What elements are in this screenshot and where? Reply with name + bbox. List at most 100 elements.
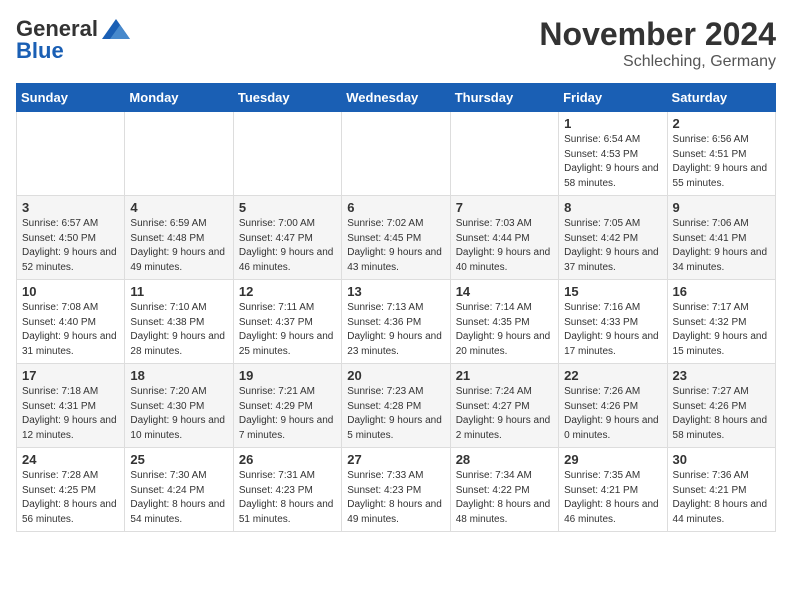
- day-number: 7: [456, 200, 553, 215]
- calendar-cell: [233, 112, 341, 196]
- calendar-cell: 13 Sunrise: 7:13 AM Sunset: 4:36 PM Dayli…: [342, 280, 450, 364]
- calendar-week-row: 24 Sunrise: 7:28 AM Sunset: 4:25 PM Dayli…: [17, 448, 776, 532]
- calendar-cell: 28 Sunrise: 7:34 AM Sunset: 4:22 PM Dayli…: [450, 448, 558, 532]
- calendar-cell: 30 Sunrise: 7:36 AM Sunset: 4:21 PM Dayli…: [667, 448, 775, 532]
- day-info: Sunrise: 7:21 AM Sunset: 4:29 PM Dayligh…: [239, 385, 336, 443]
- day-number: 5: [239, 200, 336, 215]
- day-info: Sunrise: 7:35 AM Sunset: 4:21 PM Dayligh…: [564, 469, 661, 527]
- weekday-header: Wednesday: [342, 84, 450, 112]
- day-info: Sunrise: 7:11 AM Sunset: 4:37 PM Dayligh…: [239, 301, 336, 359]
- calendar-cell: [342, 112, 450, 196]
- calendar-cell: 16Sunrise: 7:17 AM Sunset: 4:32 PM Dayli…: [667, 280, 775, 364]
- day-info: Sunrise: 6:54 AM Sunset: 4:53 PM Dayligh…: [564, 133, 661, 191]
- calendar-week-row: 10 Sunrise: 7:08 AM Sunset: 4:40 PM Dayli…: [17, 280, 776, 364]
- day-info: Sunrise: 7:05 AM Sunset: 4:42 PM Dayligh…: [564, 217, 661, 275]
- calendar-cell: 6 Sunrise: 7:02 AM Sunset: 4:45 PM Daylig…: [342, 196, 450, 280]
- day-info: Sunrise: 7:31 AM Sunset: 4:23 PM Dayligh…: [239, 469, 336, 527]
- day-number: 19: [239, 368, 336, 383]
- calendar-cell: 25Sunrise: 7:30 AM Sunset: 4:24 PM Dayli…: [125, 448, 233, 532]
- calendar-cell: 21 Sunrise: 7:24 AM Sunset: 4:27 PM Dayli…: [450, 364, 558, 448]
- day-info: Sunrise: 7:06 AM Sunset: 4:41 PM Dayligh…: [673, 217, 770, 275]
- day-info: Sunrise: 7:16 AM Sunset: 4:33 PM Dayligh…: [564, 301, 661, 359]
- calendar-cell: 22 Sunrise: 7:26 AM Sunset: 4:26 PM Dayli…: [559, 364, 667, 448]
- calendar-cell: 4 Sunrise: 6:59 AM Sunset: 4:48 PM Daylig…: [125, 196, 233, 280]
- calendar-cell: 7 Sunrise: 7:03 AM Sunset: 4:44 PM Daylig…: [450, 196, 558, 280]
- day-number: 27: [347, 452, 444, 467]
- day-info: Sunrise: 7:36 AM Sunset: 4:21 PM Dayligh…: [673, 469, 770, 527]
- calendar-table: SundayMondayTuesdayWednesdayThursdayFrid…: [16, 83, 776, 532]
- day-info: Sunrise: 6:57 AM Sunset: 4:50 PM Dayligh…: [22, 217, 119, 275]
- calendar-cell: [17, 112, 125, 196]
- calendar-cell: 11 Sunrise: 7:10 AM Sunset: 4:38 PM Dayli…: [125, 280, 233, 364]
- weekday-header: Monday: [125, 84, 233, 112]
- calendar-cell: 12Sunrise: 7:11 AM Sunset: 4:37 PM Dayli…: [233, 280, 341, 364]
- weekday-header: Sunday: [17, 84, 125, 112]
- logo: General Blue: [16, 16, 130, 64]
- day-number: 18: [130, 368, 227, 383]
- day-number: 4: [130, 200, 227, 215]
- calendar-cell: 26Sunrise: 7:31 AM Sunset: 4:23 PM Dayli…: [233, 448, 341, 532]
- day-number: 25: [130, 452, 227, 467]
- calendar-cell: 2 Sunrise: 6:56 AM Sunset: 4:51 PM Daylig…: [667, 112, 775, 196]
- title-section: November 2024 Schleching, Germany: [539, 16, 776, 71]
- calendar-cell: 27Sunrise: 7:33 AM Sunset: 4:23 PM Dayli…: [342, 448, 450, 532]
- day-number: 16: [673, 284, 770, 299]
- day-info: Sunrise: 7:02 AM Sunset: 4:45 PM Dayligh…: [347, 217, 444, 275]
- calendar-cell: 1 Sunrise: 6:54 AM Sunset: 4:53 PM Daylig…: [559, 112, 667, 196]
- day-number: 1: [564, 116, 661, 131]
- day-number: 22: [564, 368, 661, 383]
- day-number: 28: [456, 452, 553, 467]
- day-number: 3: [22, 200, 119, 215]
- calendar-cell: [450, 112, 558, 196]
- day-number: 14: [456, 284, 553, 299]
- day-number: 30: [673, 452, 770, 467]
- day-number: 24: [22, 452, 119, 467]
- day-number: 17: [22, 368, 119, 383]
- day-info: Sunrise: 7:08 AM Sunset: 4:40 PM Dayligh…: [22, 301, 119, 359]
- logo-blue: Blue: [16, 38, 64, 64]
- day-info: Sunrise: 7:28 AM Sunset: 4:25 PM Dayligh…: [22, 469, 119, 527]
- location-title: Schleching, Germany: [539, 53, 776, 71]
- calendar-cell: 8 Sunrise: 7:05 AM Sunset: 4:42 PM Daylig…: [559, 196, 667, 280]
- day-info: Sunrise: 7:13 AM Sunset: 4:36 PM Dayligh…: [347, 301, 444, 359]
- calendar-cell: 3 Sunrise: 6:57 AM Sunset: 4:50 PM Daylig…: [17, 196, 125, 280]
- calendar-week-row: 1 Sunrise: 6:54 AM Sunset: 4:53 PM Daylig…: [17, 112, 776, 196]
- calendar-cell: 19 Sunrise: 7:21 AM Sunset: 4:29 PM Dayli…: [233, 364, 341, 448]
- day-info: Sunrise: 7:26 AM Sunset: 4:26 PM Dayligh…: [564, 385, 661, 443]
- day-number: 8: [564, 200, 661, 215]
- day-info: Sunrise: 7:18 AM Sunset: 4:31 PM Dayligh…: [22, 385, 119, 443]
- day-info: Sunrise: 7:20 AM Sunset: 4:30 PM Dayligh…: [130, 385, 227, 443]
- day-info: Sunrise: 7:34 AM Sunset: 4:22 PM Dayligh…: [456, 469, 553, 527]
- calendar-week-row: 17 Sunrise: 7:18 AM Sunset: 4:31 PM Dayli…: [17, 364, 776, 448]
- weekday-header: Thursday: [450, 84, 558, 112]
- day-number: 20: [347, 368, 444, 383]
- day-info: Sunrise: 7:00 AM Sunset: 4:47 PM Dayligh…: [239, 217, 336, 275]
- calendar-cell: 15 Sunrise: 7:16 AM Sunset: 4:33 PM Dayli…: [559, 280, 667, 364]
- day-info: Sunrise: 7:10 AM Sunset: 4:38 PM Dayligh…: [130, 301, 227, 359]
- weekday-header: Friday: [559, 84, 667, 112]
- calendar-cell: 17 Sunrise: 7:18 AM Sunset: 4:31 PM Dayli…: [17, 364, 125, 448]
- month-title: November 2024: [539, 16, 776, 53]
- day-number: 15: [564, 284, 661, 299]
- day-number: 2: [673, 116, 770, 131]
- day-number: 29: [564, 452, 661, 467]
- calendar-cell: 23Sunrise: 7:27 AM Sunset: 4:26 PM Dayli…: [667, 364, 775, 448]
- logo-icon: [102, 19, 130, 39]
- day-number: 6: [347, 200, 444, 215]
- day-number: 11: [130, 284, 227, 299]
- day-info: Sunrise: 7:14 AM Sunset: 4:35 PM Dayligh…: [456, 301, 553, 359]
- page-header: General Blue November 2024 Schleching, G…: [16, 16, 776, 71]
- day-number: 13: [347, 284, 444, 299]
- calendar-cell: 24 Sunrise: 7:28 AM Sunset: 4:25 PM Dayli…: [17, 448, 125, 532]
- calendar-cell: 29 Sunrise: 7:35 AM Sunset: 4:21 PM Dayli…: [559, 448, 667, 532]
- day-number: 21: [456, 368, 553, 383]
- day-info: Sunrise: 7:27 AM Sunset: 4:26 PM Dayligh…: [673, 385, 770, 443]
- calendar-header-row: SundayMondayTuesdayWednesdayThursdayFrid…: [17, 84, 776, 112]
- day-info: Sunrise: 6:56 AM Sunset: 4:51 PM Dayligh…: [673, 133, 770, 191]
- day-number: 9: [673, 200, 770, 215]
- day-number: 10: [22, 284, 119, 299]
- day-info: Sunrise: 6:59 AM Sunset: 4:48 PM Dayligh…: [130, 217, 227, 275]
- day-info: Sunrise: 7:03 AM Sunset: 4:44 PM Dayligh…: [456, 217, 553, 275]
- day-info: Sunrise: 7:24 AM Sunset: 4:27 PM Dayligh…: [456, 385, 553, 443]
- calendar-cell: 18 Sunrise: 7:20 AM Sunset: 4:30 PM Dayli…: [125, 364, 233, 448]
